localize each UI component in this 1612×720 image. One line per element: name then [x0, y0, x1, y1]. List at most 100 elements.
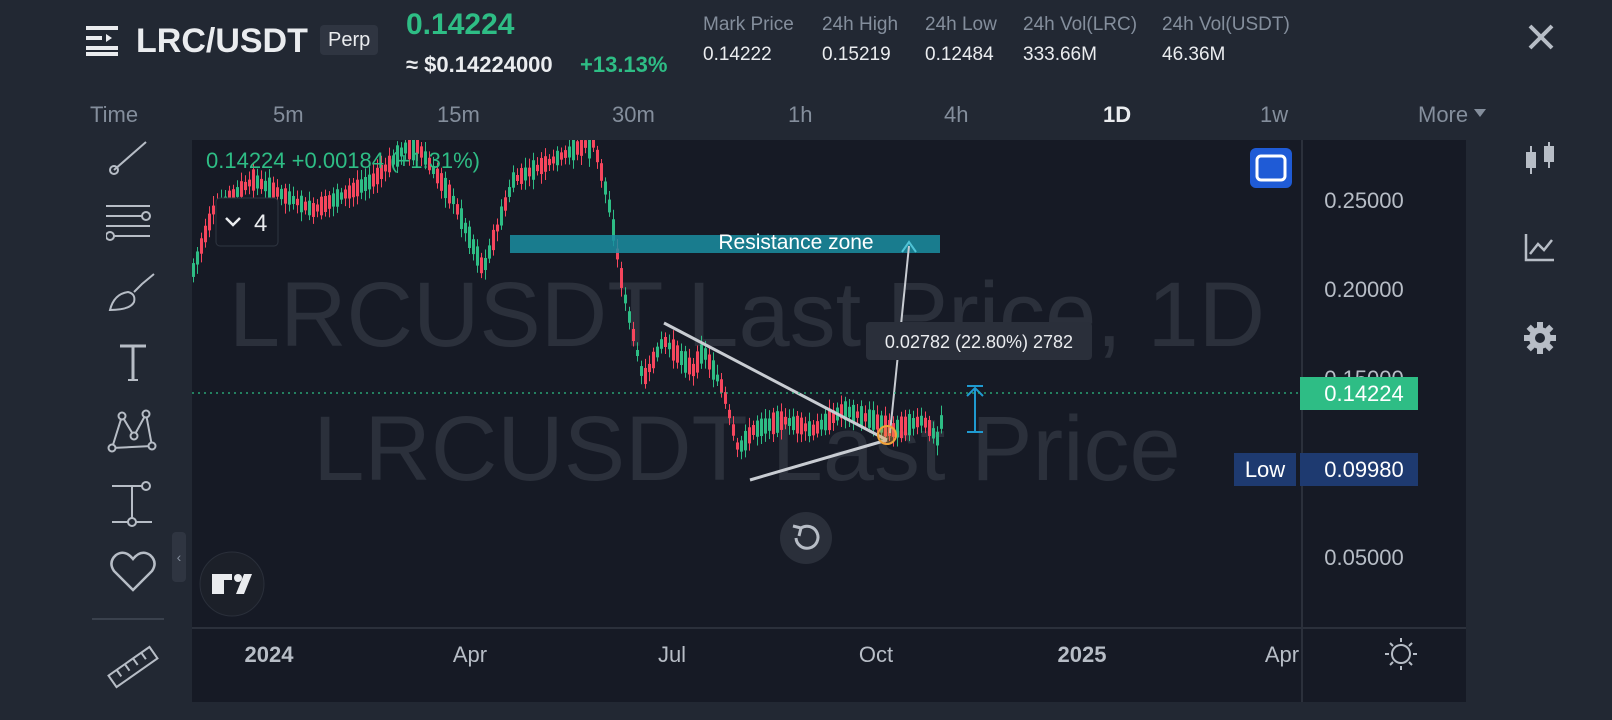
brush-icon[interactable] [106, 270, 160, 324]
candle-body [672, 339, 675, 361]
tab-1d[interactable]: 1D [1103, 102, 1131, 128]
candle-body [648, 363, 651, 373]
candle-body [808, 421, 811, 437]
drawing-toolbar [80, 140, 186, 702]
time-axis-label: Apr [453, 642, 487, 667]
price-legend: 0.14224 +0.00184 (+1.31%) [206, 148, 480, 173]
candle-body [492, 229, 495, 251]
gear-icon[interactable] [1520, 318, 1560, 358]
candle-body [936, 431, 939, 446]
timeframe-bar: Time 5m 15m 30m 1h 4h 1D 1w More [80, 96, 1500, 140]
heart-icon[interactable] [106, 546, 160, 600]
candle-body [864, 413, 867, 422]
candle-body [692, 363, 695, 377]
time-axis-label: 2024 [245, 642, 295, 667]
candle-body [264, 180, 267, 192]
trading-pair[interactable]: LRC/USDT [136, 22, 308, 61]
candle-body [868, 409, 871, 428]
candle-body [480, 257, 483, 274]
indicators-icon[interactable] [1520, 228, 1560, 268]
candle-body [320, 196, 323, 216]
stat-mark-price: Mark Price 0.14222 [703, 14, 794, 66]
candle-body [292, 195, 295, 205]
measure-tooltip-text: 0.02782 (22.80%) 2782 [885, 332, 1073, 352]
candle-body [744, 430, 747, 451]
stat-value: 0.12484 [925, 44, 994, 65]
candle-body [704, 348, 707, 360]
candle-body [500, 206, 503, 226]
tab-15m[interactable]: 15m [437, 102, 480, 128]
candle-body [812, 424, 815, 436]
candle-body [484, 257, 487, 271]
candle-body [356, 179, 359, 197]
candle-body [548, 158, 551, 166]
menu-icon[interactable] [86, 24, 120, 56]
tab-30m[interactable]: 30m [612, 102, 655, 128]
fib-retracement-icon[interactable] [106, 196, 160, 250]
stat-label: 24h Low [925, 14, 997, 35]
tab-more[interactable]: More [1418, 102, 1487, 128]
stat-24h-vol-usdt: 24h Vol(USDT) 46.36M [1162, 14, 1290, 66]
candle-body [904, 416, 907, 436]
trend-line-icon[interactable] [106, 140, 160, 194]
price-chart[interactable]: LRCUSDT Last Price, 1D LRCUSDT Last Pric… [192, 140, 1466, 702]
measure-icon[interactable] [106, 476, 160, 530]
candle-body [656, 346, 659, 358]
reset-view-button[interactable] [780, 512, 832, 564]
contract-type-badge: Perp [320, 25, 379, 55]
tradingview-logo-circle [199, 551, 265, 617]
candle-body [816, 421, 819, 434]
tab-1h[interactable]: 1h [788, 102, 812, 128]
ruler-icon[interactable] [106, 640, 160, 694]
candle-body [632, 328, 635, 342]
candle-body [912, 418, 915, 429]
candle-body [556, 150, 559, 166]
tab-time[interactable]: Time [90, 102, 138, 128]
candle-body [536, 164, 539, 172]
candle-body [360, 179, 363, 193]
caret-down-icon [1474, 109, 1487, 118]
candle-body [544, 156, 547, 172]
candle-body [336, 189, 339, 207]
candle-body [624, 294, 627, 304]
candle-body [776, 411, 779, 433]
candlestick-type-icon[interactable] [1520, 140, 1560, 180]
candle-body [680, 350, 683, 366]
tab-1w[interactable]: 1w [1260, 102, 1288, 128]
candle-body [700, 344, 703, 364]
candle-body [716, 374, 719, 382]
breakout-marker[interactable] [877, 425, 897, 445]
candle-body [456, 204, 459, 215]
pattern-icon[interactable] [106, 406, 160, 460]
candle-body [372, 173, 375, 187]
stat-value: 46.36M [1162, 44, 1226, 65]
candle-body [260, 178, 263, 190]
stat-label: 24h Vol(LRC) [1023, 14, 1138, 35]
candle-body [916, 416, 919, 428]
stat-value: 333.66M [1023, 44, 1097, 65]
candle-body [476, 246, 479, 266]
candle-body [688, 357, 691, 375]
candle-body [540, 157, 543, 175]
tab-4h[interactable]: 4h [944, 102, 968, 128]
time-axis-label: Apr [1265, 642, 1299, 667]
text-icon[interactable] [106, 338, 160, 392]
candle-body [364, 177, 367, 191]
stat-24h-vol-lrc: 24h Vol(LRC) 333.66M [1023, 14, 1137, 66]
candle-body [588, 140, 591, 159]
price-axis-label: 0.20000 [1324, 277, 1404, 302]
candle-body [576, 141, 579, 155]
candle-body [512, 172, 515, 188]
candle-body [448, 184, 451, 204]
close-icon[interactable] [1524, 20, 1558, 54]
candle-body [664, 336, 667, 348]
candle-body [860, 406, 863, 426]
indicator-toggle[interactable] [215, 197, 279, 247]
candle-body [304, 201, 307, 211]
candle-body [804, 423, 807, 432]
candle-body [796, 415, 799, 434]
candle-body [340, 192, 343, 200]
toolbar-collapse-handle[interactable]: ‹ [172, 532, 186, 582]
tab-5m[interactable]: 5m [273, 102, 304, 128]
candle-body [528, 167, 531, 177]
